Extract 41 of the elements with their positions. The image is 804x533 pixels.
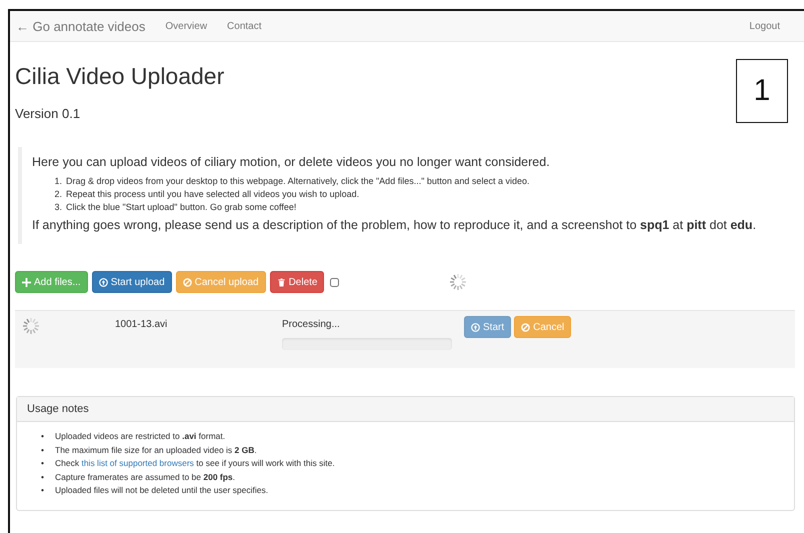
usage-note: Uploaded files will not be deleted until the user specifies. xyxy=(55,484,268,497)
delete-button[interactable]: Delete xyxy=(270,271,324,293)
select-all-checkbox[interactable] xyxy=(330,278,340,286)
bullet: • xyxy=(41,470,45,484)
file-name: 1001-13.avi xyxy=(115,318,168,332)
usage-note: Uploaded videos are restricted to .avi format. xyxy=(55,430,226,443)
loading-spinner-icon xyxy=(21,316,41,336)
status-text: Processing... xyxy=(282,319,341,330)
usage-note: Capture framerates are assumed to be 200 fps. xyxy=(55,470,236,484)
nav-link[interactable]: Overview xyxy=(165,20,208,32)
ban-icon xyxy=(521,322,530,332)
bullet: • xyxy=(41,457,45,470)
version-text: Version 0.1 xyxy=(15,106,82,121)
back-link[interactable]: ← Go annotate videos xyxy=(16,18,146,34)
step-number: 2. xyxy=(53,188,62,201)
supported-browsers-link[interactable]: this list of supported browsers xyxy=(81,458,194,468)
instruction-step: Click the blue "Start upload" button. Go grab some coffee! xyxy=(66,201,296,214)
nav-link[interactable]: Contact xyxy=(227,20,262,32)
step-number: 1. xyxy=(53,175,62,188)
step-number: 3. xyxy=(53,201,62,214)
bullet: • xyxy=(41,484,45,497)
contact-text: If anything goes wrong, please send us a description of the problem, how to reproduce it, and a screenshot to spq1 at pitt dot edu. xyxy=(32,218,758,232)
instruction-step: Repeat this process until you have selected all videos you wish to upload. xyxy=(66,188,360,201)
logout-link[interactable]: Logout xyxy=(749,20,780,32)
bullet: • xyxy=(41,430,45,443)
add-button[interactable]: Add files... xyxy=(15,271,88,293)
panel-heading: Usage notes xyxy=(17,397,794,422)
loading-spinner-icon xyxy=(448,272,468,292)
trash-icon xyxy=(276,278,286,286)
ban-icon xyxy=(182,278,192,286)
page-title: Cilia Video Uploader xyxy=(15,63,224,90)
intro-text: Here you can upload videos of ciliary motion, or delete videos you no longer want considered. xyxy=(32,155,551,169)
upload-circle-icon xyxy=(98,278,108,286)
bullet: • xyxy=(41,444,45,456)
upload-circle-icon xyxy=(471,322,480,332)
figure-label: 1 xyxy=(736,59,788,123)
plus-icon xyxy=(22,278,31,286)
usage-note: Check this list of supported browsers to see if yours will work with this site. xyxy=(55,457,335,470)
start-button[interactable]: Start upload xyxy=(92,271,172,293)
instruction-step: Drag & drop videos from your desktop to this webpage. Alternatively, click the "Add files..." button and select a video. xyxy=(66,175,530,188)
usage-note: The maximum file size for an uploaded video is 2 GB. xyxy=(55,444,257,457)
